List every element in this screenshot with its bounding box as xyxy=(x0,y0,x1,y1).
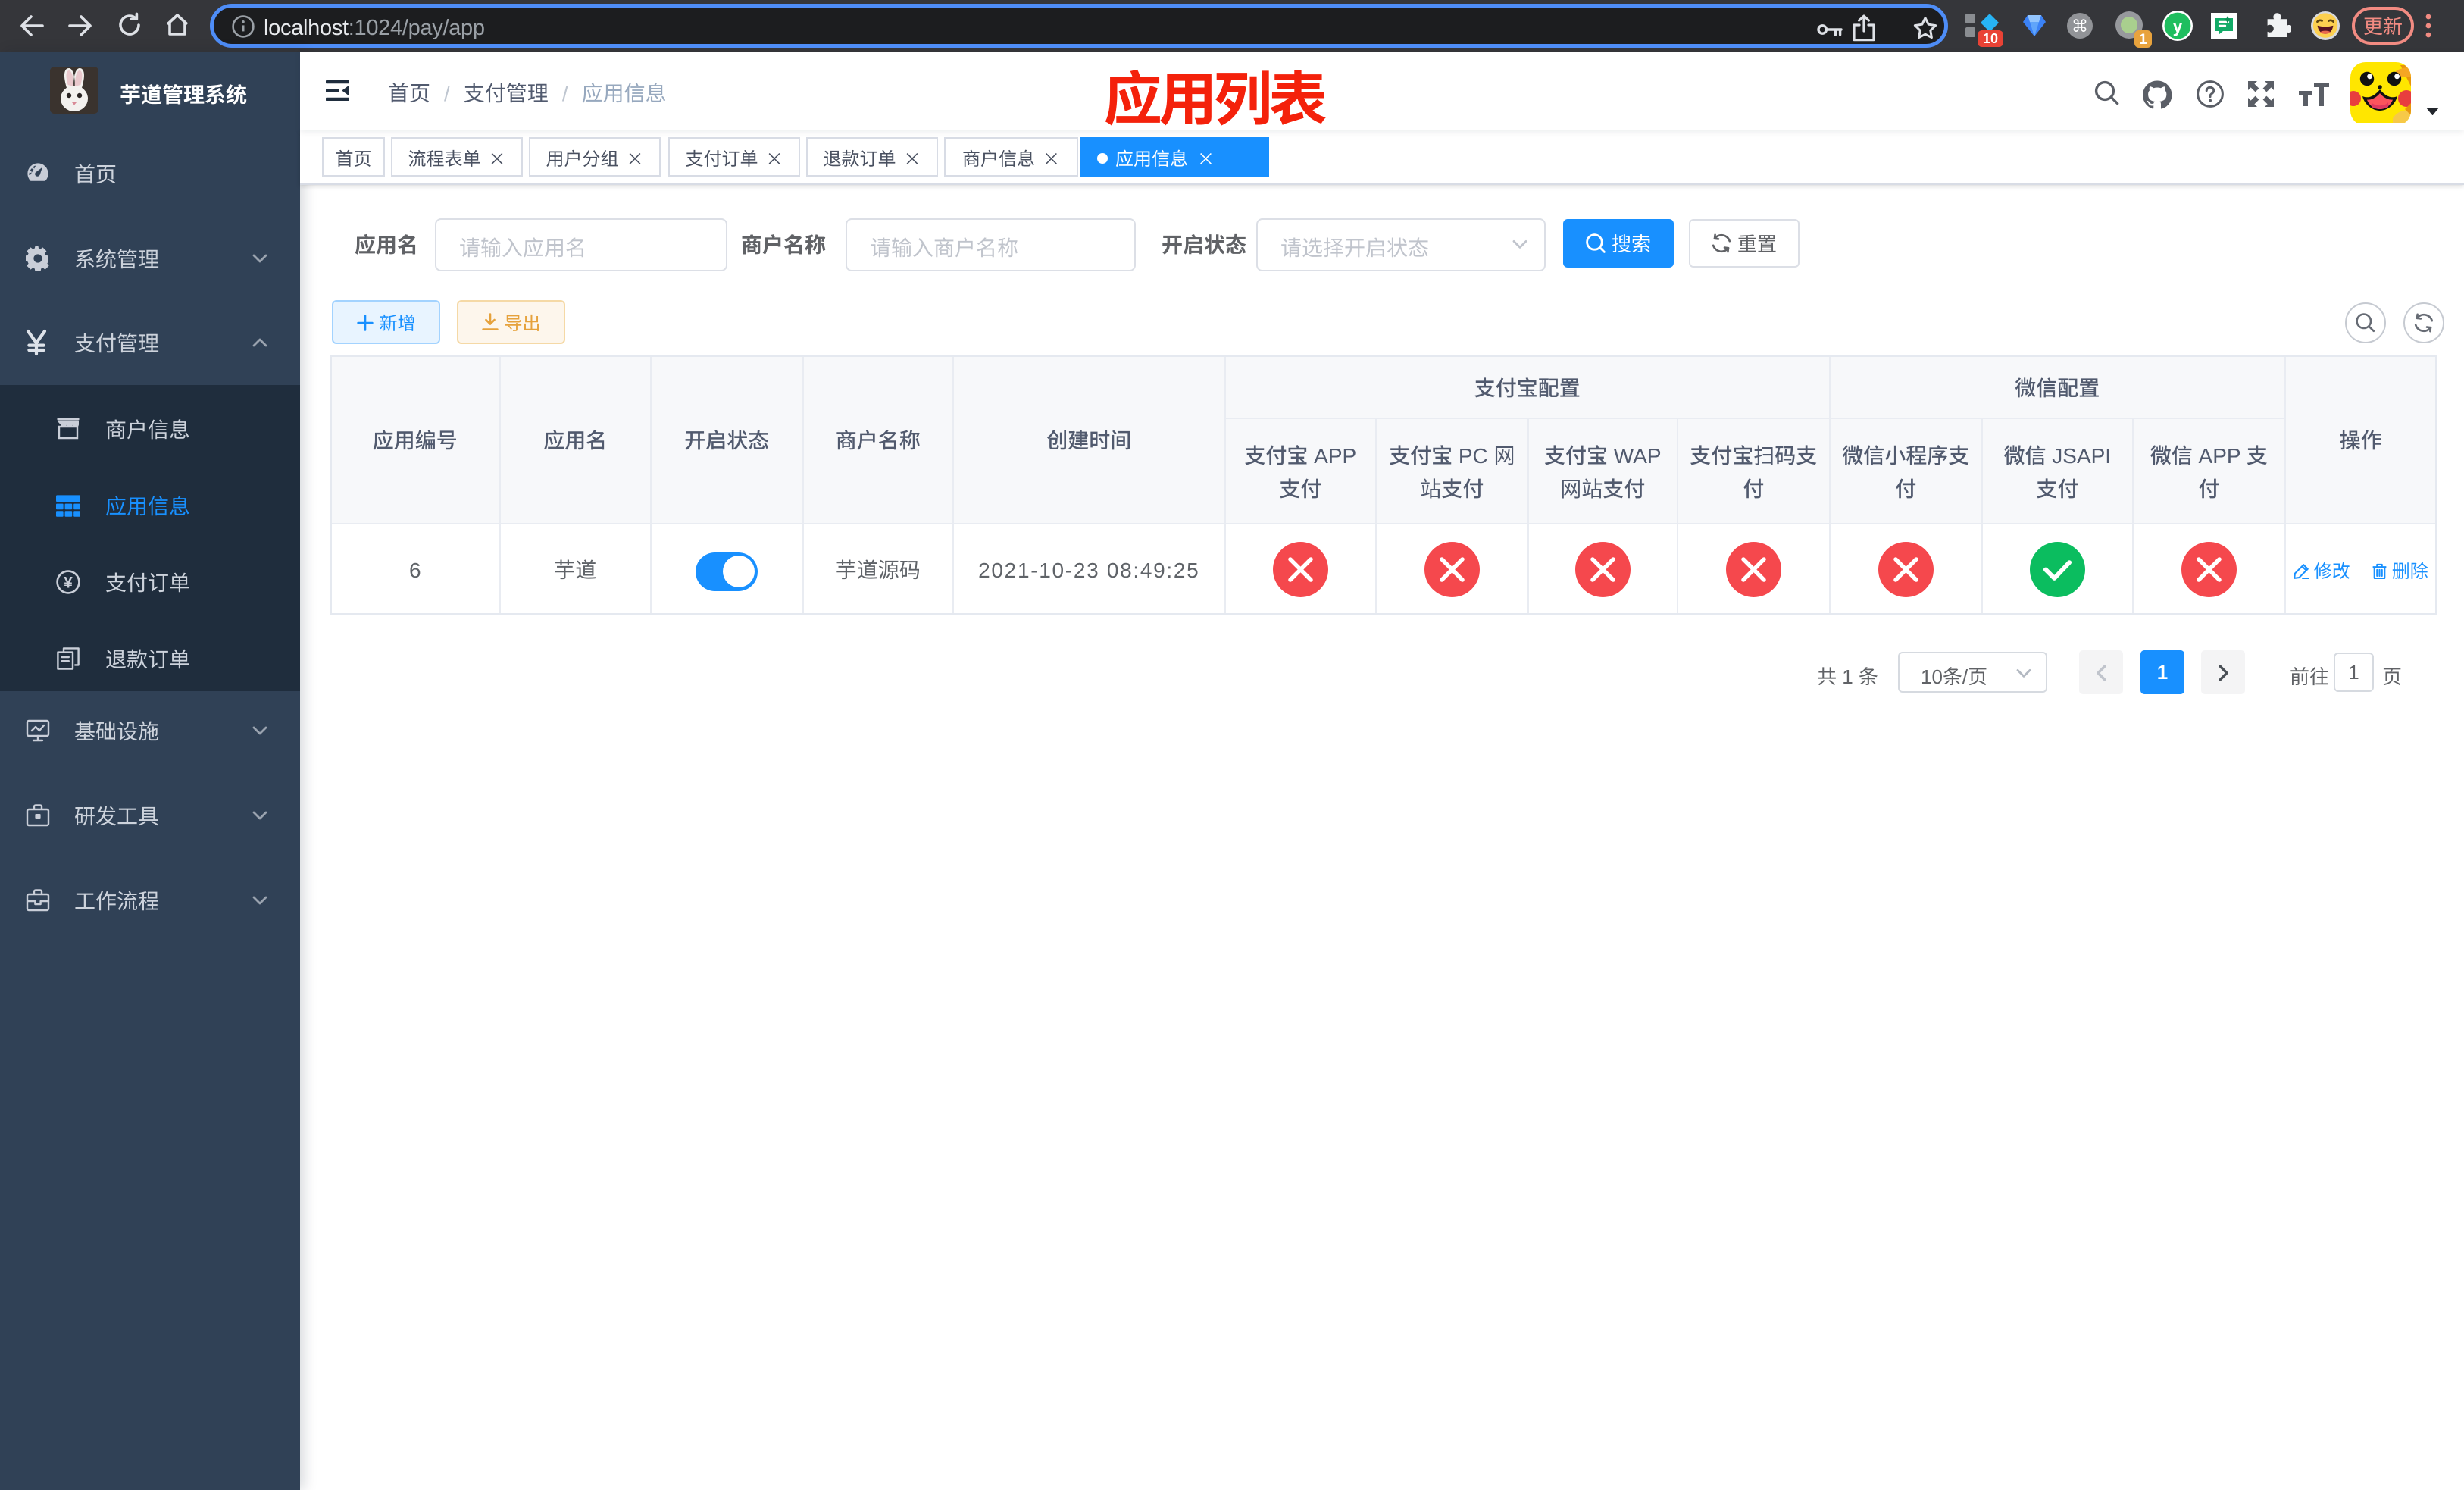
svg-text:10: 10 xyxy=(1983,31,1998,46)
svg-text:⌘: ⌘ xyxy=(2072,17,2088,36)
svg-text:1: 1 xyxy=(2139,32,2147,48)
svg-text:y: y xyxy=(2173,16,2183,36)
svg-text:¥: ¥ xyxy=(64,574,73,592)
